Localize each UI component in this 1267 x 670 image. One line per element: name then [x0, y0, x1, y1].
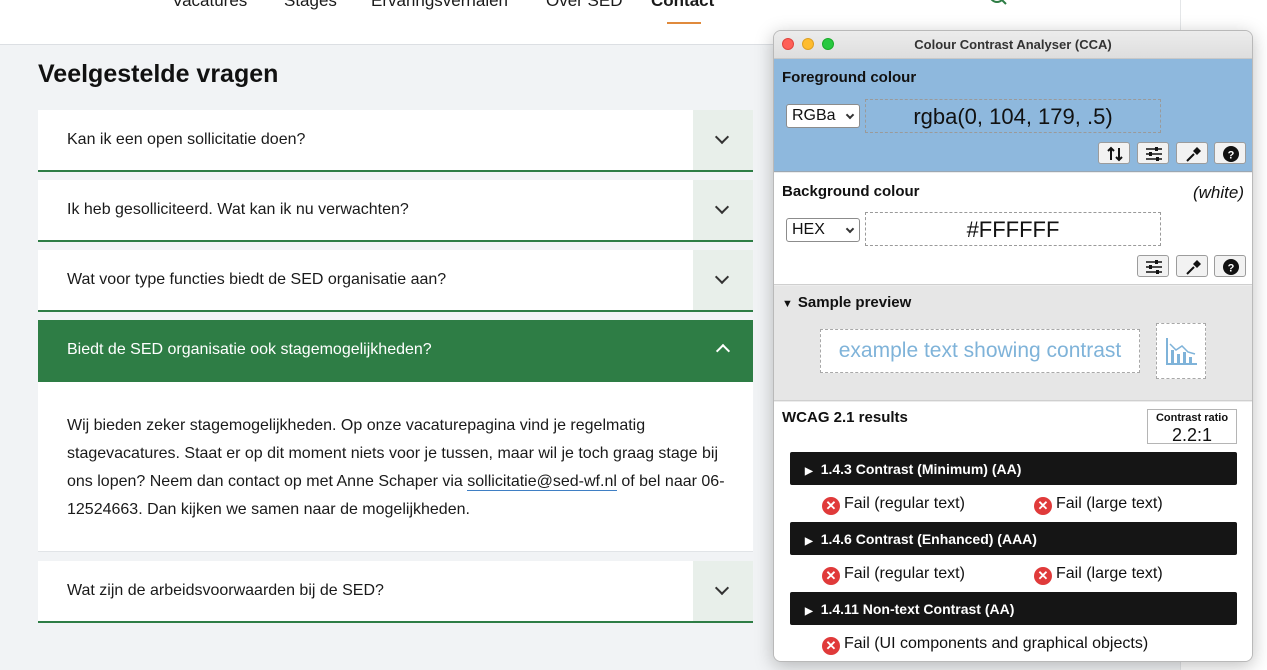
background-eyedropper-button[interactable]: [1176, 255, 1208, 277]
help-icon: ?: [1223, 146, 1239, 162]
window-title: Colour Contrast Analyser (CCA): [914, 37, 1112, 52]
result-fail-regular: ✕ Fail (regular text): [822, 495, 965, 515]
sample-icon-box: [1156, 323, 1206, 379]
eyedropper-icon: [1186, 260, 1201, 275]
help-icon: ?: [1223, 259, 1239, 275]
sample-text: example text showing contrast: [820, 329, 1140, 373]
foreground-color-input[interactable]: rgba(0, 104, 179, .5): [865, 99, 1161, 133]
faq-toggle-button[interactable]: [693, 180, 753, 240]
faq-question: Wat zijn de arbeidsvoorwaarden bij de SE…: [67, 582, 384, 599]
chevron-down-icon: [714, 199, 730, 215]
nav-item-ervaringsverhalen[interactable]: Ervaringsverhalen: [371, 0, 508, 11]
nav-item-over-sed[interactable]: Over SED: [546, 0, 623, 11]
faq-answer: Wij bieden zeker stagemogelijkheden. Op …: [38, 382, 753, 552]
chevron-up-icon[interactable]: [715, 343, 731, 359]
faq-item-arbeidsvoorwaarden[interactable]: Wat zijn de arbeidsvoorwaarden bij de SE…: [38, 561, 753, 623]
faq-toggle-button[interactable]: [693, 250, 753, 310]
triangle-right-icon: ▶: [805, 606, 813, 617]
foreground-section: Foreground colour RGBa rgba(0, 104, 179,…: [774, 59, 1252, 172]
contrast-ratio-box: Contrast ratio 2.2:1: [1147, 409, 1237, 445]
criterion-1-4-11-toggle[interactable]: ▶ 1.4.11 Non-text Contrast (AA): [790, 592, 1237, 625]
chart-icon: [1166, 338, 1197, 365]
wcag-results-label: WCAG 2.1 results: [782, 409, 908, 426]
faq-item-stagemogelijkheden[interactable]: Biedt de SED organisatie ook stagemogeli…: [38, 320, 753, 382]
email-link[interactable]: sollicitatie@sed-wf.nl: [467, 473, 617, 491]
faq-question: Kan ik een open sollicitatie doen?: [67, 131, 306, 148]
background-label: Background colour: [782, 183, 920, 200]
search-icon[interactable]: [986, 0, 1008, 10]
contrast-ratio-value: 2.2:1: [1171, 425, 1213, 445]
sample-preview-section: ▼ Sample preview example text showing con…: [774, 286, 1252, 401]
faq-title: Veelgestelde vragen: [38, 60, 279, 88]
faq-question: Ik heb gesolliciteerd. Wat kan ik nu ver…: [67, 201, 409, 218]
sample-preview-label: Sample preview: [797, 294, 912, 311]
result-text: Fail (regular text): [844, 495, 965, 512]
nav-item-contact[interactable]: Contact: [651, 0, 714, 11]
sample-preview-toggle[interactable]: ▼ Sample preview: [782, 294, 911, 311]
chevron-down-icon: [714, 580, 730, 596]
background-section: Background colour (white) HEX #FFFFFF ?: [774, 173, 1252, 285]
result-fail-regular: ✕ Fail (regular text): [822, 565, 965, 585]
triangle-right-icon: ▶: [805, 466, 813, 477]
faq-question: Wat voor type functies biedt de SED orga…: [67, 271, 447, 288]
background-format-select[interactable]: HEX: [786, 218, 860, 242]
eyedropper-icon: [1186, 147, 1201, 162]
contrast-ratio-label: Contrast ratio: [1155, 412, 1229, 424]
fail-icon: ✕: [1034, 567, 1052, 585]
result-fail-non-text: ✕ Fail (UI components and graphical objec…: [822, 635, 1148, 655]
triangle-down-icon: ▼: [782, 298, 793, 310]
cca-window: Colour Contrast Analyser (CCA) Foregroun…: [773, 30, 1253, 662]
faq-question: Biedt de SED organisatie ook stagemogeli…: [67, 341, 432, 358]
fail-icon: ✕: [822, 497, 840, 515]
criterion-title: 1.4.6 Contrast (Enhanced) (AAA): [820, 531, 1037, 547]
window-titlebar[interactable]: Colour Contrast Analyser (CCA): [774, 31, 1252, 59]
result-fail-large: ✕ Fail (large text): [1034, 495, 1163, 515]
fail-icon: ✕: [822, 637, 840, 655]
select-value: RGBa: [792, 107, 836, 124]
criterion-title: 1.4.3 Contrast (Minimum) (AA): [820, 461, 1022, 477]
faq-toggle-button[interactable]: [693, 110, 753, 170]
faq-item-open-sollicitatie[interactable]: Kan ik een open sollicitatie doen?: [38, 110, 753, 172]
foreground-format-select[interactable]: RGBa: [786, 104, 860, 128]
foreground-sliders-button[interactable]: [1137, 142, 1169, 164]
faq-item-verwachten[interactable]: Ik heb gesolliciteerd. Wat kan ik nu ver…: [38, 180, 753, 242]
faq-toggle-button[interactable]: [693, 561, 753, 621]
select-value: HEX: [792, 221, 825, 238]
background-help-button[interactable]: ?: [1214, 255, 1246, 277]
svg-text:?: ?: [1228, 263, 1235, 275]
chevron-down-icon: [714, 129, 730, 145]
criterion-1-4-3-toggle[interactable]: ▶ 1.4.3 Contrast (Minimum) (AA): [790, 452, 1237, 485]
foreground-eyedropper-button[interactable]: [1176, 142, 1208, 164]
nav-item-vacatures[interactable]: Vacatures: [172, 0, 247, 11]
background-sliders-button[interactable]: [1137, 255, 1169, 277]
chevron-down-icon: [845, 110, 855, 120]
criterion-title: 1.4.11 Non-text Contrast (AA): [820, 601, 1015, 617]
background-color-input[interactable]: #FFFFFF: [865, 212, 1161, 246]
sliders-icon: [1146, 147, 1162, 161]
result-text: Fail (UI components and graphical object…: [844, 635, 1149, 652]
faq-answer-text: Wij bieden zeker stagemogelijkheden. Op …: [67, 412, 737, 524]
active-nav-indicator: [667, 22, 701, 24]
fail-icon: ✕: [822, 567, 840, 585]
result-text: Fail (large text): [1056, 495, 1163, 512]
chevron-down-icon: [845, 224, 855, 234]
background-color-name: (white): [1192, 183, 1244, 202]
result-text: Fail (large text): [1056, 565, 1163, 582]
foreground-help-button[interactable]: ?: [1214, 142, 1246, 164]
svg-text:?: ?: [1228, 150, 1235, 162]
nav-item-stages[interactable]: Stages: [284, 0, 337, 11]
fail-icon: ✕: [1034, 497, 1052, 515]
faq-item-functies[interactable]: Wat voor type functies biedt de SED orga…: [38, 250, 753, 312]
chevron-down-icon: [714, 269, 730, 285]
swap-icon: [1107, 146, 1123, 162]
result-text: Fail (regular text): [844, 565, 965, 582]
foreground-label: Foreground colour: [782, 69, 917, 86]
wcag-results-section: WCAG 2.1 results Contrast ratio 2.2:1 ▶ 1…: [774, 402, 1252, 661]
result-fail-large: ✕ Fail (large text): [1034, 565, 1163, 585]
criterion-1-4-6-toggle[interactable]: ▶ 1.4.6 Contrast (Enhanced) (AAA): [790, 522, 1237, 555]
swap-colors-button[interactable]: [1098, 142, 1130, 164]
sliders-icon: [1146, 260, 1162, 274]
triangle-right-icon: ▶: [805, 536, 813, 547]
